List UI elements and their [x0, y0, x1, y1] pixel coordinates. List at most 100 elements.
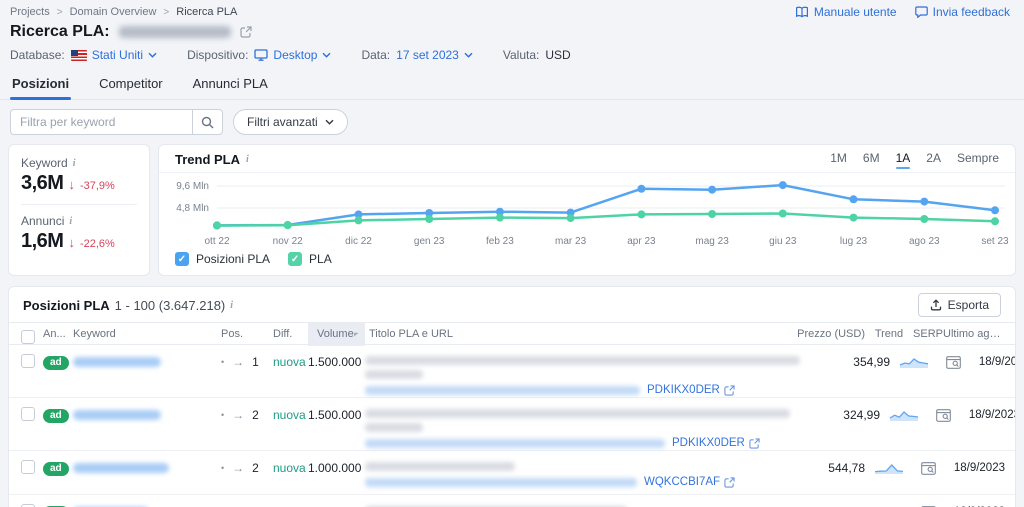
url-id-link[interactable]: PDKIKX0DER: [672, 437, 760, 449]
position-arrow-icon: →: [232, 355, 245, 369]
advanced-filters-button[interactable]: Filtri avanzati: [233, 109, 348, 135]
info-icon[interactable]: i: [73, 158, 76, 169]
range-sempre[interactable]: Sempre: [957, 151, 999, 167]
search-button[interactable]: [192, 109, 223, 135]
manual-link-label: Manuale utente: [813, 5, 897, 19]
manual-link[interactable]: Manuale utente: [795, 5, 897, 19]
positions-table-card: Posizioni PLA 1 - 100 (3.647.218) i Espo…: [8, 286, 1016, 507]
keyword-stat-change: -37,9%: [79, 180, 115, 192]
column-header-serp[interactable]: SERP: [913, 323, 943, 346]
serp-button[interactable]: [938, 354, 968, 369]
title-redacted-line2: [365, 370, 423, 379]
export-icon: [930, 299, 941, 311]
row-checkbox[interactable]: [21, 460, 35, 474]
legend-toggle-pla[interactable]: ✓ PLA: [288, 252, 332, 266]
position-dot-icon: •: [221, 463, 225, 473]
feedback-link[interactable]: Invia feedback: [914, 5, 1010, 19]
column-header-diff[interactable]: Diff.: [273, 323, 308, 346]
breadcrumb-item[interactable]: Domain Overview: [70, 6, 157, 18]
serp-button[interactable]: [928, 407, 958, 422]
database-select[interactable]: Stati Uniti: [70, 48, 157, 62]
currency-label: Valuta:: [502, 48, 540, 62]
date-select[interactable]: 17 set 2023: [396, 48, 473, 62]
column-header-keyword[interactable]: Keyword: [73, 323, 215, 346]
info-icon[interactable]: i: [230, 300, 233, 311]
keyword-link-redacted[interactable]: [73, 410, 161, 420]
range-1m[interactable]: 1M: [830, 151, 847, 167]
database-control: Database: Stati Uniti: [10, 48, 157, 62]
legend-toggle-posizioni-pla[interactable]: ✓ Posizioni PLA: [175, 252, 270, 266]
down-arrow-icon: ↓: [68, 177, 75, 192]
url-id-link[interactable]: WQKCCBI7AF: [644, 476, 735, 488]
tab-bar: Posizioni Competitor Annunci PLA: [0, 71, 1024, 100]
url-redacted[interactable]: [365, 385, 640, 395]
device-select[interactable]: Desktop: [254, 48, 331, 62]
currency-value: USD: [545, 48, 571, 62]
row-price: 354,99: [853, 355, 890, 369]
svg-text:mag 23: mag 23: [695, 236, 729, 247]
url-id-link[interactable]: PDKIKX0DER: [647, 384, 735, 396]
range-2a[interactable]: 2A: [926, 151, 941, 167]
position-dot-icon: •: [221, 410, 225, 420]
column-header-trend[interactable]: Trend: [865, 323, 913, 346]
column-header-ads[interactable]: An...: [43, 323, 73, 346]
down-arrow-icon: ↓: [68, 235, 75, 250]
row-checkbox[interactable]: [21, 407, 35, 421]
divider: [21, 204, 137, 205]
checkbox-checked-icon: ✓: [288, 252, 303, 266]
trend-pla-card: Trend PLA i 1M 6M 1A 2A Sempre 9,6 Mln 4,8 Mln…: [158, 144, 1016, 276]
svg-text:ago 23: ago 23: [909, 236, 940, 247]
column-header-pos[interactable]: Pos.: [215, 323, 273, 346]
svg-text:gen 23: gen 23: [414, 236, 445, 247]
ad-badge[interactable]: ad: [43, 356, 69, 370]
column-header-updated[interactable]: Ultimo aggiorn...: [943, 323, 1005, 346]
date-control: Data: 17 set 2023: [361, 48, 473, 62]
row-checkbox[interactable]: [21, 354, 35, 368]
serp-button[interactable]: [913, 460, 943, 475]
trend-sparkline: [890, 354, 938, 369]
tab-posizioni[interactable]: Posizioni: [10, 71, 72, 100]
column-header-volume[interactable]: Volume: [308, 323, 365, 346]
chevron-down-icon: [148, 52, 157, 58]
ad-badge[interactable]: ad: [43, 409, 69, 423]
domain-redacted: [118, 26, 231, 38]
breadcrumb-item[interactable]: Projects: [10, 6, 50, 18]
title-redacted-line1: [365, 409, 790, 418]
select-all-checkbox[interactable]: [21, 329, 35, 344]
sort-desc-icon: [353, 332, 358, 337]
info-icon[interactable]: i: [69, 216, 72, 227]
ads-stat-change: -22,6%: [79, 238, 115, 250]
keyword-link-redacted[interactable]: [73, 357, 161, 367]
trend-chart: 9,6 Mln 4,8 Mln ott 22 nov 22 dic 22 gen 23 fe…: [159, 173, 1015, 251]
us-flag-icon: [70, 49, 87, 61]
svg-text:set 23: set 23: [981, 236, 1009, 247]
monitor-icon: [254, 49, 269, 61]
search-icon: [201, 116, 214, 128]
tab-competitor[interactable]: Competitor: [97, 71, 165, 99]
chevron-down-icon: [325, 119, 334, 125]
serp-icon: [945, 356, 961, 369]
ad-badge[interactable]: ad: [43, 462, 69, 476]
external-link-icon[interactable]: [239, 26, 252, 38]
keyword-stat-value: 3,6M: [21, 172, 64, 194]
url-redacted[interactable]: [365, 438, 665, 448]
url-redacted[interactable]: [365, 477, 637, 487]
keyword-filter-input[interactable]: [10, 109, 192, 135]
column-header-price[interactable]: Prezzo (USD): [789, 323, 865, 346]
keyword-link-redacted[interactable]: [73, 463, 169, 473]
range-1a[interactable]: 1A: [895, 151, 910, 169]
summary-stats-card: Keyword i 3,6M ↓ -37,9% Annunci i 1,6M ↓ -…: [8, 144, 150, 276]
row-position: 2: [252, 461, 259, 475]
column-header-title-url[interactable]: Titolo PLA e URL: [365, 323, 789, 346]
row-url-id: PDKIKX0DER: [672, 437, 745, 449]
chevron-down-icon: [464, 52, 473, 58]
table-range: 1 - 100 (3.647.218): [114, 297, 226, 313]
range-6m[interactable]: 6M: [863, 151, 880, 167]
export-button[interactable]: Esporta: [917, 293, 1001, 317]
row-url-id: PDKIKX0DER: [647, 384, 720, 396]
info-icon[interactable]: i: [246, 154, 249, 165]
row-position: 2: [252, 408, 259, 422]
tab-annunci-pla[interactable]: Annunci PLA: [191, 71, 270, 99]
serp-icon: [935, 409, 951, 422]
legend-label: Posizioni PLA: [196, 252, 271, 266]
